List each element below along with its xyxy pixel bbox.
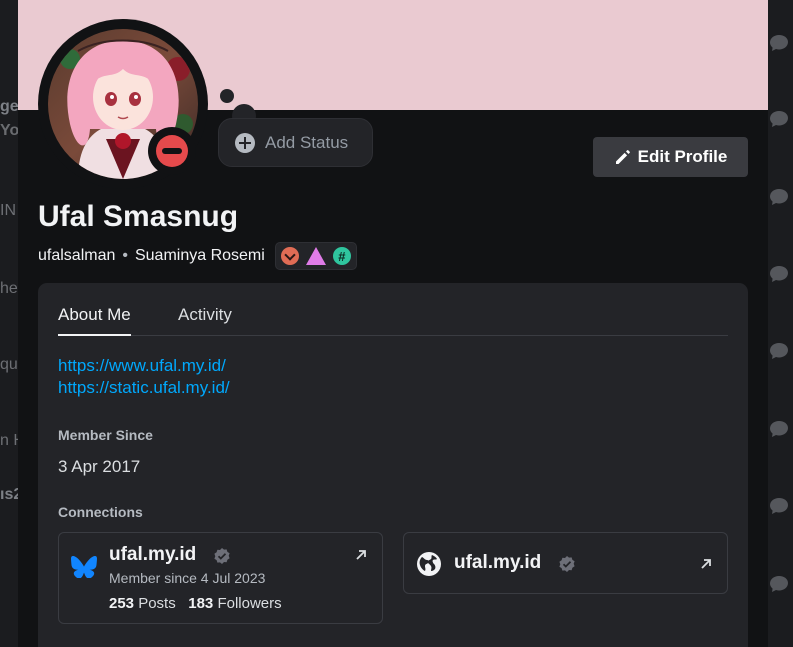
connection-name: ufal.my.id — [109, 544, 197, 565]
status-bubble-dot — [220, 89, 234, 103]
chat-bubble-icon — [770, 266, 788, 282]
profile-tabs: About Me Activity — [58, 301, 728, 336]
about-card: About Me Activity https://www.ufal.my.id… — [38, 283, 748, 647]
username[interactable]: ufalsalman — [38, 247, 115, 265]
website-link[interactable]: https://www.ufal.my.id/ — [58, 356, 226, 376]
edit-profile-label: Edit Profile — [637, 147, 728, 166]
background-text: IN — [0, 202, 16, 219]
chat-bubble-icon — [770, 498, 788, 514]
posts-label: Posts — [138, 595, 176, 612]
tab-activity[interactable]: Activity — [178, 305, 232, 325]
pencil-icon — [615, 150, 630, 164]
followers-label: Followers — [217, 595, 282, 612]
hash-badge-icon[interactable]: # — [332, 247, 351, 265]
add-status-label: Add Status — [265, 132, 349, 152]
chat-bubble-icon — [770, 111, 788, 127]
profile-modal: Add Status Edit Profile Ufal Smasnug ufa… — [18, 0, 768, 647]
connection-card[interactable]: ufal.my.id — [403, 532, 728, 594]
pronouns: Suaminya Rosemi — [134, 247, 265, 264]
connections-title: Connections — [58, 504, 143, 520]
chat-bubble-icon — [770, 343, 788, 359]
followers-count: 183 — [188, 595, 214, 612]
connection-name: ufal.my.id — [454, 552, 542, 573]
background-text: Yo — [0, 122, 20, 139]
connection-stats: 253 Posts 183 Followers — [109, 595, 282, 612]
badge-list: # — [274, 242, 357, 270]
triangle-badge-icon[interactable] — [305, 247, 326, 265]
display-name: Ufal Smasnug — [38, 200, 239, 233]
chat-bubble-icon — [770, 35, 788, 51]
background-text: ge — [0, 98, 19, 115]
posts-count: 253 — [109, 595, 135, 612]
bluesky-icon — [71, 556, 97, 578]
edit-profile-button[interactable]: Edit Profile — [593, 137, 748, 177]
connection-subtitle: Member since 4 Jul 2023 — [109, 570, 266, 586]
background-text: he — [0, 280, 18, 297]
connection-card[interactable]: ufal.my.id Member since 4 Jul 2023 253 P… — [58, 532, 383, 624]
chat-bubble-icon — [770, 421, 788, 437]
website-link[interactable]: https://static.ufal.my.id/ — [58, 378, 230, 398]
globe-icon — [417, 552, 441, 576]
plus-circle-icon — [235, 132, 255, 153]
chat-bubble-icon — [770, 189, 788, 205]
do-not-disturb-status-icon — [156, 135, 188, 167]
background-text: qu — [0, 356, 18, 373]
external-link-arrow-icon[interactable] — [699, 557, 713, 571]
verified-icon — [559, 556, 575, 572]
add-status-button[interactable]: Add Status — [218, 118, 373, 167]
separator-dot: • — [122, 247, 128, 264]
chat-bubble-icon — [770, 576, 788, 592]
verified-icon — [214, 548, 230, 564]
chevron-badge-icon[interactable] — [280, 247, 299, 265]
member-since-date: 3 Apr 2017 — [58, 457, 141, 476]
tab-about-me[interactable]: About Me — [58, 305, 131, 336]
member-since-title: Member Since — [58, 427, 153, 443]
external-link-arrow-icon[interactable] — [354, 548, 368, 562]
username-row: ufalsalman • Suaminya Rosemi # — [38, 242, 357, 270]
